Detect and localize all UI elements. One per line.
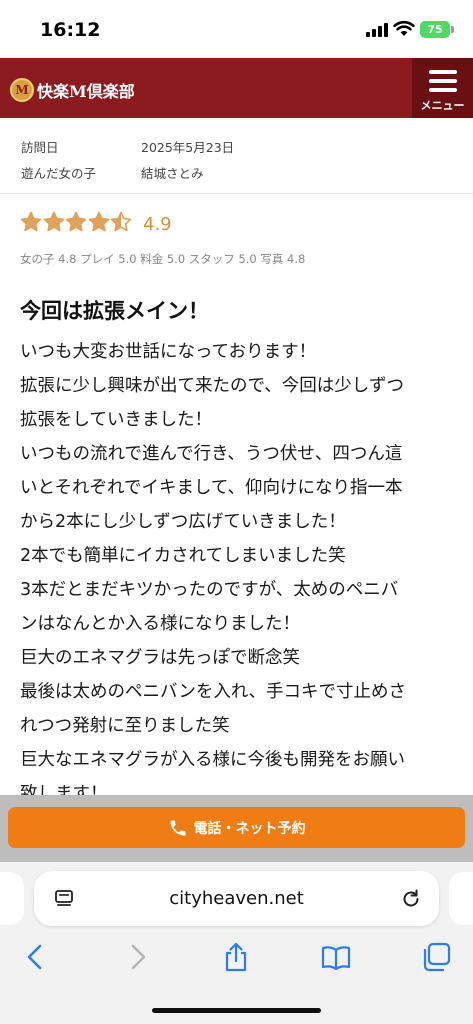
info-label: 遊んだ女の子 — [21, 166, 97, 181]
hamburger-icon — [429, 70, 457, 92]
review-line: ンはなんとか入る様になりました！ — [20, 614, 300, 634]
review-line: 最後は太めのペニバンを入れ、手コキで寸止めさ — [20, 682, 407, 702]
battery-icon: 75 — [420, 21, 450, 38]
star-icon — [110, 211, 132, 232]
info-value: 2025年5月23日 — [141, 140, 235, 155]
info-row-visit-date: 訪問日 2025年5月23日 — [0, 132, 473, 158]
home-indicator — [152, 1008, 321, 1013]
rating-score: 4.9 — [143, 214, 172, 235]
info-row-girl: 遊んだ女の子 結城さとみ — [0, 158, 473, 184]
rating-stars — [20, 211, 133, 237]
review-line: いつもの流れで進んで行き、うつ伏せ、四つん這 — [20, 444, 403, 464]
address-bar[interactable]: cityheaven.net — [34, 871, 439, 926]
status-bar: 16:12 75 — [0, 0, 473, 58]
screen: 16:12 75 M 快楽M倶楽部 メニュー 訪問日 2025年5月23日 遊ん… — [0, 0, 473, 1024]
visit-info: 訪問日 2025年5月23日 遊んだ女の子 結城さとみ — [0, 118, 473, 194]
star-icon — [65, 211, 87, 232]
previous-tab-preview[interactable] — [0, 872, 24, 925]
review-line: 拡張をしていきました！ — [20, 410, 212, 430]
info-label: 訪問日 — [21, 140, 59, 155]
next-tab-preview[interactable] — [449, 872, 473, 925]
site-header: M 快楽M倶楽部 メニュー — [0, 58, 473, 118]
status-time: 16:12 — [40, 19, 101, 41]
review-title: 今回は拡張メイン！ — [20, 299, 209, 323]
star-icon — [20, 211, 42, 232]
review-line: 3本だとまだキツかったのですが、太めのペニバ — [20, 580, 399, 600]
share-icon[interactable] — [220, 941, 252, 973]
menu-label: メニュー — [420, 99, 465, 112]
reload-icon[interactable] — [400, 888, 422, 910]
tabs-icon[interactable] — [420, 941, 452, 973]
wifi-icon — [393, 20, 415, 36]
star-icon — [43, 211, 64, 232]
menu-button[interactable]: メニュー — [412, 58, 473, 118]
battery-nub — [451, 26, 454, 33]
review-line: から2本にし少しずつ広げていきました！ — [20, 512, 346, 532]
review-line: いつも大変お世話になっております！ — [20, 342, 317, 362]
star-icon — [88, 211, 109, 232]
reserve-button[interactable]: 電話・ネット予約 — [8, 807, 465, 848]
back-icon[interactable] — [20, 941, 52, 973]
reserve-bar: 電話・ネット予約 — [0, 795, 473, 862]
bookmarks-icon[interactable] — [320, 941, 352, 973]
url-text: cityheaven.net — [169, 888, 304, 909]
logo-mark-icon: M — [10, 78, 34, 102]
reserve-label: 電話・ネット予約 — [193, 820, 306, 837]
logo-text: 快楽M倶楽部 — [37, 82, 135, 101]
review-line: いとそれぞれでイキまして、仰向けになり指一本 — [20, 478, 403, 498]
site-logo[interactable]: M 快楽M倶楽部 — [10, 77, 135, 103]
phone-icon — [170, 820, 185, 835]
review-line: 巨大のエネマグラは先っぽで断念笑 — [20, 648, 300, 668]
browser-toolbar: cityheaven.net — [0, 862, 473, 1024]
review-line: 拡張に少し興味が出て来たので、今回は少しずつ — [20, 376, 404, 396]
review-line: 2本でも簡単にイカされてしまいました笑 — [20, 546, 346, 566]
review-line: れつつ発射に至りました笑 — [20, 716, 230, 736]
forward-icon[interactable] — [121, 941, 153, 973]
review-line: 巨大なエネマグラが入る様に今後も開発をお願い — [20, 750, 405, 770]
info-value: 結城さとみ — [141, 166, 204, 181]
cellular-signal-icon — [366, 22, 388, 37]
review-body: いつも大変お世話になっております！ 拡張に少し興味が出て来たので、今回は少しずつ拡… — [20, 337, 460, 813]
rating-breakdown: 女の子 4.8 プレイ 5.0 料金 5.0 スタッフ 5.0 写真 4.8 — [20, 252, 306, 266]
